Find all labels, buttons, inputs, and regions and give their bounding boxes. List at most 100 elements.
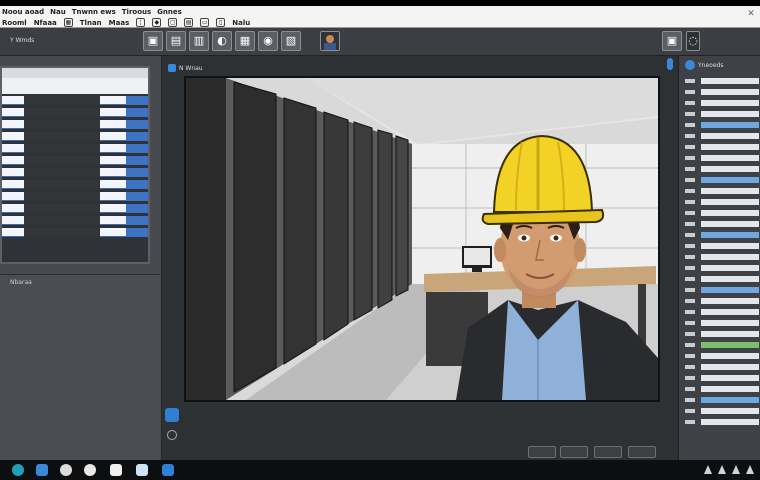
- table-row[interactable]: [2, 168, 148, 177]
- list-item[interactable]: [701, 199, 759, 205]
- list-item[interactable]: [701, 89, 759, 95]
- list-item[interactable]: [701, 221, 759, 227]
- list-item[interactable]: [701, 397, 759, 403]
- settings-button[interactable]: ◌: [686, 31, 700, 51]
- box-icon[interactable]: ▢: [168, 18, 178, 27]
- list-item[interactable]: [701, 331, 759, 337]
- list-item[interactable]: [701, 298, 759, 304]
- file-icon[interactable]: ▯: [216, 18, 226, 27]
- tag-icon[interactable]: ▭: [200, 18, 210, 27]
- menu-item-edit[interactable]: Nau: [50, 8, 66, 16]
- video-viewport[interactable]: [184, 76, 660, 402]
- list-item[interactable]: [701, 122, 759, 128]
- table-row[interactable]: [2, 216, 148, 225]
- app-icon-2[interactable]: [60, 464, 72, 476]
- refresh-icon[interactable]: [167, 430, 177, 440]
- control-button-1[interactable]: [528, 446, 556, 458]
- list-item[interactable]: [701, 375, 759, 381]
- list-item-marker: [685, 167, 695, 171]
- list-item[interactable]: [701, 276, 759, 282]
- list-item-marker: [685, 123, 695, 127]
- list-item[interactable]: [701, 133, 759, 139]
- list-item[interactable]: [701, 177, 759, 183]
- table-row[interactable]: [2, 204, 148, 213]
- list-item[interactable]: [701, 254, 759, 260]
- list-item[interactable]: [701, 166, 759, 172]
- list-item[interactable]: [701, 100, 759, 106]
- pin-icon[interactable]: ¦: [136, 18, 146, 27]
- menu-item-view[interactable]: Tnwnn ews: [72, 8, 116, 16]
- scroll-indicator[interactable]: [667, 58, 673, 70]
- table-row[interactable]: [2, 180, 148, 189]
- menu2-item-4[interactable]: Maas: [109, 19, 130, 27]
- system-tray: [704, 465, 754, 474]
- control-button-2[interactable]: [560, 446, 588, 458]
- list-item[interactable]: [701, 155, 759, 161]
- table-row[interactable]: [2, 120, 148, 129]
- grid-icon[interactable]: ▦: [63, 18, 73, 27]
- tray-battery-icon[interactable]: [746, 465, 754, 474]
- list-item[interactable]: [701, 364, 759, 370]
- menu-item-help[interactable]: Gnnes: [157, 8, 182, 16]
- table-cell: [126, 216, 148, 225]
- menu2-item-5[interactable]: Nalu: [232, 19, 250, 27]
- tool-frame-button[interactable]: ▤: [166, 31, 186, 51]
- list-item-marker: [685, 189, 695, 193]
- tool-half-button[interactable]: ◐: [212, 31, 232, 51]
- list-item[interactable]: [701, 386, 759, 392]
- list-item[interactable]: [701, 287, 759, 293]
- table-row[interactable]: [2, 96, 148, 105]
- list-item[interactable]: [701, 78, 759, 84]
- layer-icon[interactable]: ▤: [184, 18, 194, 27]
- monitor-button[interactable]: ▣: [662, 31, 682, 51]
- list-item[interactable]: [701, 144, 759, 150]
- toolbar-label: Y Wmds: [10, 37, 35, 44]
- list-item[interactable]: [701, 265, 759, 271]
- app-icon-6[interactable]: [162, 464, 174, 476]
- app-icon-5[interactable]: [136, 464, 148, 476]
- tray-volume-icon[interactable]: [732, 465, 740, 474]
- app-icon-4[interactable]: [110, 464, 122, 476]
- tool-grid-button[interactable]: ▧: [281, 31, 301, 51]
- table-row[interactable]: [2, 228, 148, 237]
- app-icon-1[interactable]: [36, 464, 48, 476]
- tool-target-button[interactable]: ◉: [258, 31, 278, 51]
- table-row[interactable]: [2, 108, 148, 117]
- list-item[interactable]: [701, 111, 759, 117]
- list-item-marker: [685, 255, 695, 259]
- menu2-item-3[interactable]: Tlnan: [80, 19, 102, 27]
- menu-item-file[interactable]: Noou aoad: [2, 8, 44, 16]
- chat-icon[interactable]: [165, 408, 179, 422]
- start-icon[interactable]: [12, 464, 24, 476]
- list-item[interactable]: [701, 243, 759, 249]
- list-item[interactable]: [701, 210, 759, 216]
- close-icon[interactable]: ✕: [746, 9, 756, 19]
- control-button-4[interactable]: [628, 446, 656, 458]
- table-cell: [100, 120, 126, 129]
- table-cell: [126, 228, 148, 237]
- list-item[interactable]: [701, 309, 759, 315]
- list-item[interactable]: [701, 353, 759, 359]
- menu2-item-2[interactable]: Nfaaa: [34, 19, 57, 27]
- tool-image-button[interactable]: ▦: [235, 31, 255, 51]
- tool-select-button[interactable]: ▣: [143, 31, 163, 51]
- shield-icon[interactable]: ◆: [152, 18, 162, 27]
- table-row[interactable]: [2, 192, 148, 201]
- table-row[interactable]: [2, 156, 148, 165]
- table-row[interactable]: [2, 132, 148, 141]
- list-item[interactable]: [701, 342, 759, 348]
- table-row[interactable]: [2, 144, 148, 153]
- list-item[interactable]: [701, 320, 759, 326]
- list-item[interactable]: [701, 232, 759, 238]
- list-item[interactable]: [701, 188, 759, 194]
- avatar[interactable]: [320, 31, 340, 51]
- app-icon-3[interactable]: [84, 464, 96, 476]
- control-button-3[interactable]: [594, 446, 622, 458]
- menu2-item-1[interactable]: Rooml: [2, 19, 27, 27]
- tool-layers-button[interactable]: ▥: [189, 31, 209, 51]
- list-item[interactable]: [701, 408, 759, 414]
- menu-item-tools[interactable]: Tiroous: [122, 8, 151, 16]
- tray-network-icon[interactable]: [718, 465, 726, 474]
- list-item[interactable]: [701, 419, 759, 425]
- tray-up-icon[interactable]: [704, 465, 712, 474]
